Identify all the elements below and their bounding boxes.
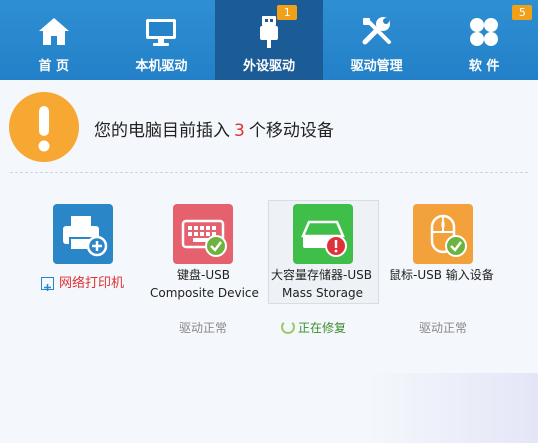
tab-label: 软 件 bbox=[468, 59, 500, 74]
monitor-icon bbox=[146, 19, 177, 46]
main-panel: 您的电脑目前插入 3 个移动设备 网络打印机 键盘-USB Composite … bbox=[0, 80, 538, 443]
tab-peripheral-drivers[interactable]: 1 外设驱动 bbox=[215, 0, 323, 80]
top-nav: 首 页 本机驱动 1 外设驱动 驱动管理 5 软 件 bbox=[0, 0, 538, 80]
tools-icon bbox=[362, 17, 391, 45]
device-name: 鼠标-USB 输入设备 bbox=[389, 268, 494, 282]
tab-label: 驱动管理 bbox=[350, 59, 403, 74]
printer-icon bbox=[53, 204, 113, 264]
tab-home[interactable]: 首 页 bbox=[0, 0, 108, 80]
tab-software[interactable]: 5 软 件 bbox=[430, 0, 538, 80]
add-printer-icon[interactable] bbox=[41, 277, 54, 291]
device-name[interactable]: 网络打印机 bbox=[59, 275, 124, 293]
tab-label: 首 页 bbox=[38, 59, 70, 74]
ok-check-icon bbox=[205, 235, 227, 261]
divider bbox=[10, 172, 528, 173]
device-status: 驱动正常 bbox=[419, 321, 468, 335]
device-name: 键盘-USB bbox=[177, 268, 230, 282]
software-count-badge: 5 bbox=[512, 5, 533, 20]
corner-fade bbox=[368, 373, 538, 443]
tab-label: 本机驱动 bbox=[135, 59, 188, 74]
device-status: 驱动正常 bbox=[179, 321, 228, 335]
device-status: 正在修复 bbox=[298, 321, 347, 335]
tab-label: 外设驱动 bbox=[242, 59, 295, 74]
device-name-detail: Composite Device bbox=[150, 286, 259, 300]
notice-prefix: 您的电脑目前插入 bbox=[94, 121, 230, 141]
device-notice: 您的电脑目前插入 3 个移动设备 bbox=[0, 80, 538, 172]
peripheral-count-badge: 1 bbox=[277, 5, 298, 20]
apps-icon bbox=[470, 18, 499, 46]
notice-suffix: 个移动设备 bbox=[248, 121, 334, 141]
notice-text: 您的电脑目前插入 3 个移动设备 bbox=[94, 116, 334, 141]
device-name: 大容量存储器-USB bbox=[271, 268, 372, 282]
device-count: 3 bbox=[234, 121, 245, 141]
error-icon bbox=[325, 235, 347, 261]
warning-icon bbox=[9, 92, 79, 162]
repair-spinner-icon bbox=[281, 320, 295, 334]
tab-driver-management[interactable]: 驱动管理 bbox=[323, 0, 431, 80]
device-name-detail: Mass Storage bbox=[282, 286, 363, 300]
ok-check-icon bbox=[445, 235, 467, 261]
home-icon bbox=[38, 18, 69, 45]
tab-local-drivers[interactable]: 本机驱动 bbox=[108, 0, 216, 80]
